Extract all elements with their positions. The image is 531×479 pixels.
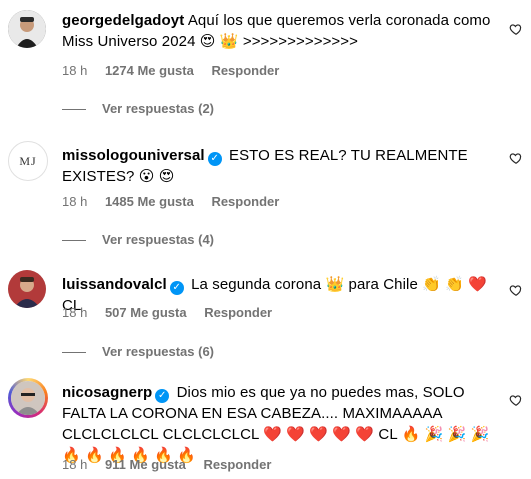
comment-time[interactable]: 18 h xyxy=(62,305,87,320)
comment-time[interactable]: 18 h xyxy=(62,63,87,78)
avatar-photo-icon xyxy=(11,381,45,415)
view-replies-button[interactable]: Ver respuestas (6) xyxy=(62,344,214,359)
comment-meta: 18 h 507 Me gusta Responder xyxy=(62,305,286,320)
avatar[interactable] xyxy=(8,10,46,48)
heart-icon[interactable] xyxy=(509,151,523,165)
avatar-monogram: MJ xyxy=(19,153,37,168)
comment-username[interactable]: luissandovalcl xyxy=(62,276,167,293)
view-replies-line xyxy=(62,240,86,242)
comment-meta: 18 h 1274 Me gusta Responder xyxy=(62,63,293,78)
avatar[interactable] xyxy=(8,378,48,418)
avatar-photo-icon xyxy=(8,10,46,48)
avatar[interactable] xyxy=(8,270,46,308)
comment-meta: 18 h 1485 Me gusta Responder xyxy=(62,194,293,209)
view-replies-line xyxy=(62,109,86,111)
view-replies-button[interactable]: Ver respuestas (2) xyxy=(62,101,214,116)
heart-icon[interactable] xyxy=(509,393,523,407)
comment-time[interactable]: 18 h xyxy=(62,194,87,209)
reply-button[interactable]: Responder xyxy=(204,305,272,320)
comment-likes[interactable]: 911 Me gusta xyxy=(105,457,186,472)
avatar[interactable]: MJ xyxy=(8,141,48,181)
comment-likes[interactable]: 507 Me gusta xyxy=(105,305,187,320)
comment-meta: 18 h 911 Me gusta Responder xyxy=(62,457,285,472)
heart-icon[interactable] xyxy=(509,283,523,297)
comment-username[interactable]: missologouniversal xyxy=(62,147,205,164)
view-replies-label: Ver respuestas (4) xyxy=(102,232,215,247)
comment-text: nicosagnerp ✓ Dios mio es que ya no puede… xyxy=(62,382,495,466)
comments-feed: georgedelgadoyt Aquí los que queremos ve… xyxy=(0,0,531,479)
comment-username[interactable]: georgedelgadoyt xyxy=(62,12,184,29)
verified-badge-icon: ✓ xyxy=(169,281,184,295)
avatar-inner xyxy=(11,381,45,415)
view-replies-label: Ver respuestas (2) xyxy=(102,101,215,116)
avatar-photo-icon xyxy=(8,270,46,308)
view-replies-label: Ver respuestas (6) xyxy=(102,344,215,359)
heart-icon[interactable] xyxy=(509,22,523,36)
comment-likes[interactable]: 1485 Me gusta xyxy=(105,194,194,209)
comment-time[interactable]: 18 h xyxy=(62,457,87,472)
verified-badge-icon: ✓ xyxy=(155,389,170,403)
comment-text: missologouniversal ✓ ESTO ES REAL? TU REA… xyxy=(62,145,495,187)
comment-likes[interactable]: 1274 Me gusta xyxy=(105,63,194,78)
reply-button[interactable]: Responder xyxy=(211,194,279,209)
view-replies-line xyxy=(62,352,86,354)
verified-badge-icon: ✓ xyxy=(207,152,222,166)
comment-username[interactable]: nicosagnerp xyxy=(62,384,152,401)
view-replies-button[interactable]: Ver respuestas (4) xyxy=(62,232,214,247)
comment-text: georgedelgadoyt Aquí los que queremos ve… xyxy=(62,10,495,52)
reply-button[interactable]: Responder xyxy=(211,63,279,78)
reply-button[interactable]: Responder xyxy=(204,457,272,472)
